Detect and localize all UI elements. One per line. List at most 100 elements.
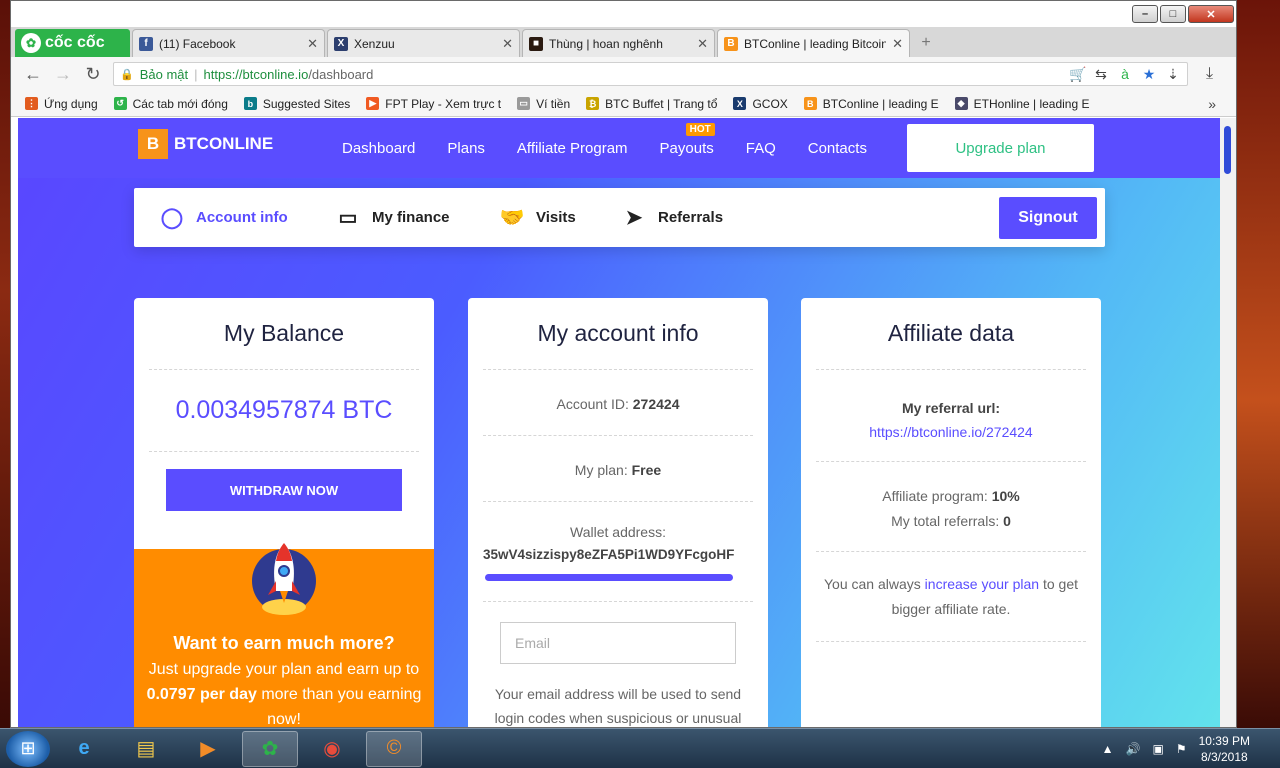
address-bar[interactable]: 🔒 Bảo mật | https://btconline.io/dashboa… <box>113 62 1188 86</box>
desktop-background-right <box>1232 0 1280 728</box>
more-bookmarks-icon[interactable]: » <box>1208 96 1216 112</box>
signout-button[interactable]: Signout <box>999 197 1097 239</box>
translate-icon[interactable]: ⇆ <box>1093 66 1109 83</box>
history-icon: ↺ <box>113 97 127 110</box>
spell-icon[interactable]: à <box>1117 66 1133 83</box>
back-icon[interactable]: ← <box>23 64 43 85</box>
new-tab-button[interactable]: + <box>914 33 938 53</box>
page-scrollbar[interactable] <box>1220 118 1236 727</box>
scrollbar-thumb[interactable] <box>1224 126 1231 174</box>
banknote-icon: ▭ <box>338 207 358 229</box>
rocket-icon <box>252 543 316 615</box>
referral-url-link[interactable]: https://btconline.io/272424 <box>869 424 1032 440</box>
gcox-icon: X <box>733 97 747 110</box>
tab-btconline[interactable]: B BTConline | leading Bitcoin ✕ <box>717 29 910 57</box>
nav-plans[interactable]: Plans <box>447 140 485 157</box>
upgrade-plan-button[interactable]: Upgrade plan <box>907 124 1094 172</box>
bookmark-item[interactable]: ₿ BTC Buffet | Trang tổ <box>586 97 717 111</box>
bookmark-item[interactable]: X GCOX <box>733 96 788 111</box>
tab-visits[interactable]: 🤝 Visits <box>496 188 576 247</box>
nav-contacts[interactable]: Contacts <box>808 140 867 157</box>
coccoc-logo[interactable]: ✿ cốc cốc <box>15 29 130 57</box>
savior-download-icon[interactable]: ⇣ <box>1165 66 1181 83</box>
minimize-button[interactable]: – <box>1132 5 1158 23</box>
flag-icon[interactable]: ⚑ <box>1176 742 1187 756</box>
nav-faq[interactable]: FAQ <box>746 140 776 157</box>
bookmark-item[interactable]: ⋮ Ứng dụng <box>25 97 98 111</box>
clock[interactable]: 10:39 PM 8/3/2018 <box>1199 733 1250 765</box>
bookmark-item[interactable]: ▶ FPT Play - Xem trực t <box>366 97 501 111</box>
plan-row: My plan: Free <box>483 436 753 502</box>
tab-thung[interactable]: ■ Thùng | hoan nghênh ✕ <box>522 29 715 57</box>
volume-icon[interactable]: 🔊 <box>1126 742 1141 756</box>
tab-xenzuu[interactable]: X Xenzuu ✕ <box>327 29 520 57</box>
site-logo[interactable]: B BTCONLINE <box>138 129 273 159</box>
clock-date: 8/3/2018 <box>1200 749 1248 764</box>
account-title: My account info <box>483 298 753 370</box>
internet-explorer-icon[interactable]: e <box>56 731 112 767</box>
bookmark-item[interactable]: ◆ ETHonline | leading E <box>954 97 1090 111</box>
clock-time: 10:39 PM <box>1198 733 1250 748</box>
xenzuu-icon: X <box>334 36 348 51</box>
bookmark-item[interactable]: b Suggested Sites <box>243 97 350 111</box>
reload-icon[interactable]: ↻ <box>83 64 103 85</box>
account-id-label: Account ID: <box>556 396 629 412</box>
btconline-bm-icon: B <box>803 97 817 110</box>
increase-plan-link[interactable]: increase your plan <box>925 576 1039 592</box>
bookmark-star-icon[interactable]: ★ <box>1141 66 1157 83</box>
close-tab-icon[interactable]: ✕ <box>892 36 903 52</box>
close-tab-icon[interactable]: ✕ <box>307 36 318 52</box>
window-controls: – □ ✕ <box>1132 5 1234 23</box>
start-button[interactable]: ⊞ <box>6 730 50 767</box>
tab-label: Visits <box>536 209 576 226</box>
nav-payouts[interactable]: Payouts HOT <box>659 122 715 157</box>
tab-my-finance[interactable]: ▭ My finance <box>332 188 450 247</box>
affiliate-note-row: You can always increase your plan to get… <box>816 552 1086 642</box>
file-explorer-icon[interactable]: ▤ <box>118 731 174 767</box>
coccoc-taskbar-icon[interactable]: ✿ <box>242 730 298 767</box>
account-id-value: 272424 <box>632 396 680 412</box>
nav-payouts-label: Payouts <box>659 139 714 157</box>
plan-value: Free <box>631 462 662 478</box>
tray-arrow-icon[interactable]: ▲ <box>1102 742 1114 756</box>
wallet-scrollbar[interactable] <box>485 574 733 581</box>
browser-window: – □ ✕ ✿ cốc cốc f (11) Facebook ✕ X Xenz… <box>10 0 1237 728</box>
bookmark-label: FPT Play - Xem trực t <box>385 96 502 111</box>
url-path: /dashboard <box>308 66 374 82</box>
shopping-cart-icon[interactable]: 🛒 <box>1069 66 1086 83</box>
email-note: Your email address will be used to send … <box>494 686 742 726</box>
close-tab-icon[interactable]: ✕ <box>697 36 708 52</box>
account-info-card: My account info Account ID: 272424 My pl… <box>468 298 768 727</box>
dashboard-subnav: ◯ Account info ▭ My finance 🤝 Visits ➤ R… <box>134 188 1105 247</box>
tab-label: Referrals <box>658 209 724 226</box>
chrome-icon[interactable]: ◉ <box>304 731 360 767</box>
bookmark-label: GCOX <box>752 96 788 111</box>
withdraw-button[interactable]: WITHDRAW NOW <box>166 469 402 511</box>
affiliate-card: Affiliate data My referral url: https://… <box>801 298 1101 727</box>
bookmark-item[interactable]: B BTConline | leading E <box>803 97 939 111</box>
nav-affiliate-program[interactable]: Affiliate Program <box>517 140 628 157</box>
bookmark-item[interactable]: ↺ Các tab mới đóng <box>113 97 228 111</box>
download-icon[interactable]: ⤓ <box>1206 65 1226 83</box>
bookmark-item[interactable]: ▭ Ví tiền <box>517 97 570 111</box>
bookmark-label: BTC Buffet | Trang tổ <box>605 96 718 111</box>
nav-dashboard[interactable]: Dashboard <box>342 140 415 157</box>
bing-icon: b <box>243 97 257 110</box>
wallet-row: Wallet address: 35wV4sizzispy8eZFA5Pi1WD… <box>483 502 753 602</box>
tab-facebook[interactable]: f (11) Facebook ✕ <box>132 29 325 57</box>
coccoc-label: cốc cốc <box>45 34 105 51</box>
wallet-address[interactable]: 35wV4sizzispy8eZFA5Pi1WD9YFcgoHF <box>483 547 753 562</box>
close-tab-icon[interactable]: ✕ <box>502 36 513 52</box>
media-player-icon[interactable]: ▶ <box>180 731 236 767</box>
tab-referrals[interactable]: ➤ Referrals <box>618 188 723 247</box>
tab-account-info[interactable]: ◯ Account info <box>156 188 288 247</box>
network-icon[interactable]: ▣ <box>1153 742 1164 756</box>
ccleaner-icon[interactable]: © <box>366 730 422 767</box>
facebook-icon: f <box>139 36 153 51</box>
close-window-button[interactable]: ✕ <box>1188 5 1234 23</box>
maximize-button[interactable]: □ <box>1160 5 1186 23</box>
email-input[interactable]: Email <box>500 622 736 664</box>
forward-icon[interactable]: → <box>53 64 73 85</box>
balance-card: My Balance 0.0034957874 BTC WITHDRAW NOW… <box>134 298 434 727</box>
brand-name: BTCONLINE <box>174 134 274 153</box>
